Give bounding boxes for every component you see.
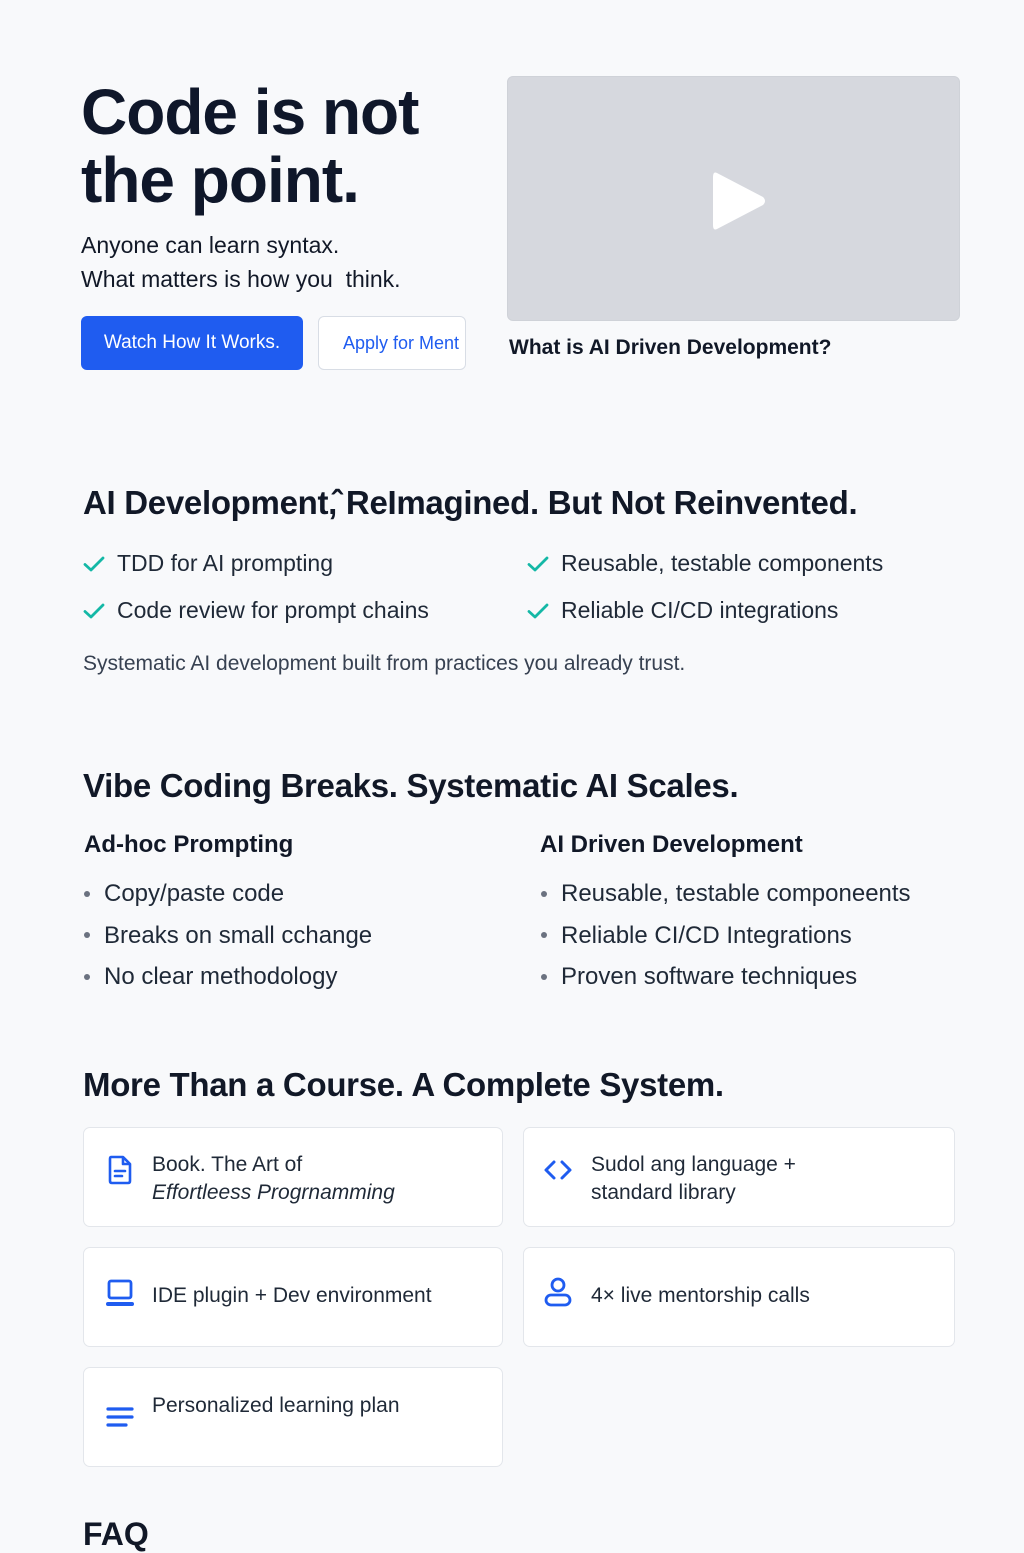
ai-section-tagline: Systematic AI development built from pra… <box>83 652 686 675</box>
hero-subtitle-line-2: What matters is how you think. <box>81 266 401 292</box>
card-text: Personalized learning plan <box>152 1392 400 1420</box>
feature-check-item: Code review for prompt chains <box>83 597 429 624</box>
list-item: Reusable, testable componeents <box>540 873 911 915</box>
card-title: Personalized learning plan <box>152 1394 400 1417</box>
list-item: Reliable CI/CD Integrations <box>540 915 911 957</box>
card-subtitle: Effortleess Progrnamming <box>152 1181 395 1204</box>
document-icon <box>108 1155 132 1185</box>
card-text: Sudol ang language + standard library <box>591 1151 796 1207</box>
feature-check-item: TDD for AI prompting <box>83 550 333 577</box>
system-card-book[interactable]: Book. The Art of Effortleess Progrnammin… <box>83 1127 503 1227</box>
watch-how-it-works-button[interactable]: Watch How It Works. <box>81 316 303 370</box>
card-text: IDE plugin + Dev environment <box>152 1282 432 1310</box>
adhoc-prompting-list: Copy/paste code Breaks on small cchange … <box>83 873 372 998</box>
card-subtitle: standard library <box>591 1181 736 1204</box>
list-item-label: Reliable CI/CD Integrations <box>561 921 852 949</box>
faq-heading: FAQ <box>83 1516 149 1552</box>
bullet-icon <box>84 890 90 897</box>
apply-for-mentorship-button[interactable]: Apply for Ment <box>318 316 466 370</box>
list-item-label: No clear methodology <box>104 963 338 990</box>
feature-check-label: Reusable, testable components <box>561 550 884 576</box>
hero-subtitle: Anyone can learn syntax. What matters is… <box>81 228 501 296</box>
adhoc-prompting-title: Ad-hoc Prompting <box>84 831 294 858</box>
card-text: Book. The Art of Effortleess Progrnammin… <box>152 1151 395 1207</box>
system-card-mentorship[interactable]: 4× live mentorship calls <box>523 1247 955 1347</box>
ai-driven-development-title: AI Driven Development <box>540 831 803 858</box>
feature-check-item: Reusable, testable components <box>527 550 883 577</box>
hero-title: Code is not the point. <box>81 76 419 216</box>
bullet-icon <box>84 932 90 939</box>
check-icon <box>527 603 549 618</box>
vibe-coding-heading: Vibe Coding Breaks. Systematic AI Scales… <box>83 767 739 804</box>
code-icon <box>544 1160 572 1180</box>
check-icon <box>527 556 549 571</box>
person-icon <box>544 1277 572 1307</box>
hero-subtitle-line-1: Anyone can learn syntax. <box>81 232 340 258</box>
video-player[interactable] <box>507 76 960 321</box>
card-title: 4× live mentorship calls <box>591 1284 810 1307</box>
laptop-icon <box>106 1279 134 1306</box>
list-item-label: Breaks on small cchange <box>104 921 373 949</box>
check-icon <box>83 603 105 618</box>
bullet-icon <box>84 973 90 980</box>
feature-check-label: Reliable CI/CD integrations <box>561 597 839 623</box>
system-card-ide-plugin[interactable]: IDE plugin + Dev environment <box>83 1247 503 1347</box>
list-item: Breaks on small cchange <box>83 915 372 957</box>
list-item: Copy/paste code <box>83 873 372 915</box>
list-item: No clear methodology <box>83 956 372 998</box>
ai-development-heading: AI Development,̂ ReImagined. But Not Rei… <box>83 484 858 521</box>
feature-check-label: TDD for AI prompting <box>117 550 334 576</box>
video-caption: What is AI Driven Development? <box>509 336 832 359</box>
card-text: 4× live mentorship calls <box>591 1282 810 1310</box>
bullet-icon <box>541 932 547 939</box>
list-icon <box>106 1407 134 1427</box>
system-card-learning-plan[interactable]: Personalized learning plan <box>83 1367 503 1467</box>
play-icon[interactable] <box>711 169 767 233</box>
card-title: IDE plugin + Dev environment <box>152 1284 432 1307</box>
feature-check-label: Code review for prompt chains <box>117 597 429 623</box>
check-icon <box>83 556 105 571</box>
list-item-label: Copy/paste code <box>104 880 285 907</box>
list-item-label: Reusable, testable componeents <box>561 880 911 907</box>
list-item: Proven software techniques <box>540 956 911 998</box>
bullet-icon <box>541 973 547 980</box>
card-title: Sudol ang language + <box>591 1153 796 1176</box>
bullet-icon <box>541 890 547 897</box>
ai-driven-development-list: Reusable, testable componeents Reliable … <box>540 873 911 998</box>
list-item-label: Proven software techniques <box>561 963 858 990</box>
system-card-language[interactable]: Sudol ang language + standard library <box>523 1127 955 1227</box>
card-title: Book. The Art of <box>152 1153 303 1176</box>
feature-check-item: Reliable CI/CD integrations <box>527 597 838 624</box>
complete-system-heading: More Than a Course. A Complete System. <box>83 1066 724 1103</box>
